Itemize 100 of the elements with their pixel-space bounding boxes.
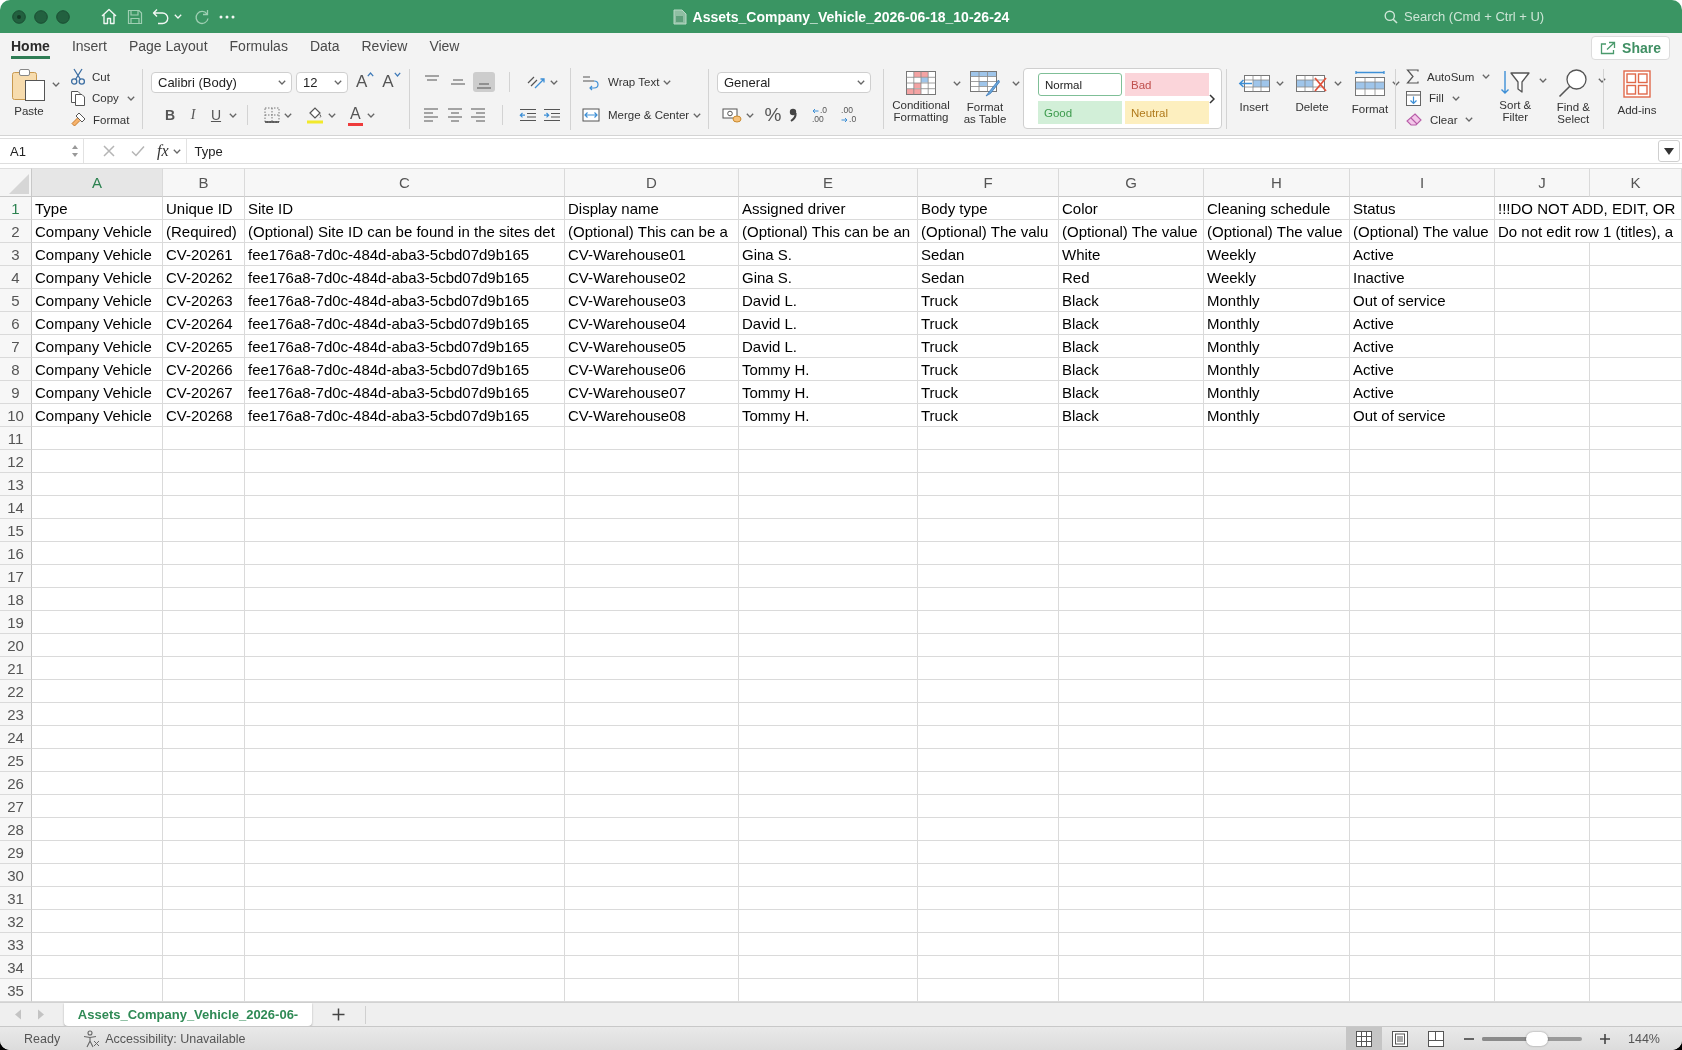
row-header[interactable]: 13 (0, 473, 32, 496)
row-header[interactable]: 35 (0, 979, 32, 1002)
undo-icon[interactable] (152, 8, 170, 25)
column-header[interactable]: C (245, 168, 565, 197)
decrease-indent-icon[interactable] (519, 108, 537, 122)
paste-button[interactable]: Paste (11, 68, 47, 135)
column-header[interactable]: G (1059, 168, 1204, 197)
find-select-button[interactable]: Find & Select (1551, 68, 1596, 125)
expand-formula-bar-button[interactable] (1658, 140, 1680, 162)
column-header[interactable]: E (739, 168, 918, 197)
wrap-text-button[interactable]: Wrap Text (582, 73, 660, 91)
autosum-button[interactable]: AutoSum (1406, 69, 1475, 85)
clear-button[interactable]: Clear (1406, 112, 1458, 127)
row-header[interactable]: 18 (0, 588, 32, 611)
caret-icon[interactable] (1451, 95, 1460, 101)
caret-icon[interactable] (663, 79, 672, 85)
percent-style-button[interactable]: % (764, 104, 782, 126)
underline-button[interactable]: U (207, 105, 225, 125)
more-icon[interactable] (219, 14, 235, 19)
row-header[interactable]: 17 (0, 565, 32, 588)
fill-color-icon[interactable] (306, 106, 324, 124)
search-field[interactable]: Search (Cmd + Ctrl + U) (1404, 9, 1562, 24)
increase-font-size-button[interactable]: A (356, 72, 375, 92)
insert-cells-button[interactable]: Insert (1235, 71, 1273, 113)
row-header[interactable]: 34 (0, 956, 32, 979)
zoom-in-icon[interactable] (1600, 1033, 1610, 1044)
row-header[interactable]: 12 (0, 450, 32, 473)
row-header[interactable]: 24 (0, 726, 32, 749)
sort-filter-button[interactable]: Sort & Filter (1494, 68, 1537, 123)
share-button[interactable]: Share (1591, 36, 1670, 60)
zoom-out-icon[interactable] (1464, 1037, 1474, 1040)
text-angle-icon[interactable] (526, 74, 546, 90)
row-header[interactable]: 14 (0, 496, 32, 519)
row-header[interactable]: 11 (0, 427, 32, 450)
row-header[interactable]: 21 (0, 657, 32, 680)
ribbon-tab[interactable]: Page Layout (128, 38, 208, 59)
ribbon-tab[interactable]: Review (361, 38, 408, 59)
caret-icon[interactable] (52, 82, 60, 87)
font-family-dropdown[interactable]: Calibri (Body) (151, 71, 292, 93)
home-icon[interactable] (100, 8, 118, 25)
caret-icon[interactable] (746, 112, 754, 118)
column-header[interactable]: F (918, 168, 1059, 197)
add-ins-button[interactable]: Add-ins (1612, 70, 1662, 135)
add-sheet-icon[interactable] (332, 1008, 345, 1021)
name-box[interactable]: A1 (0, 139, 84, 163)
accessibility-status[interactable]: Accessibility: Unavailable (105, 1031, 246, 1046)
stepper-icon[interactable] (71, 143, 79, 159)
column-header[interactable]: K (1590, 168, 1682, 197)
delete-cells-button[interactable]: Delete (1293, 71, 1331, 113)
check-icon[interactable] (131, 145, 145, 157)
row-header[interactable]: 5 (0, 289, 32, 312)
caret-icon[interactable] (328, 112, 336, 118)
row-header[interactable]: 31 (0, 887, 32, 910)
fill-button[interactable]: Fill (1406, 90, 1444, 106)
insert-function-button[interactable]: fx (157, 142, 169, 160)
row-header[interactable]: 16 (0, 542, 32, 565)
format-painter-button[interactable]: Format (70, 111, 130, 129)
caret-icon[interactable] (1012, 81, 1020, 86)
banknote-icon[interactable] (722, 107, 742, 123)
column-header[interactable]: D (565, 168, 739, 197)
ribbon-tab[interactable]: Data (309, 38, 340, 59)
caret-icon[interactable] (1334, 81, 1342, 86)
italic-button[interactable]: I (184, 105, 202, 125)
caret-icon[interactable] (284, 112, 292, 118)
normal-view-button[interactable] (1346, 1027, 1382, 1050)
comma-style-icon[interactable] (788, 107, 798, 123)
column-header[interactable]: B (163, 168, 245, 197)
zoom-level[interactable]: 144% (1628, 1031, 1660, 1046)
ribbon-tab[interactable]: Insert (71, 38, 107, 59)
caret-icon[interactable] (550, 79, 558, 85)
row-header[interactable]: 10 (0, 404, 32, 427)
row-header[interactable]: 8 (0, 358, 32, 381)
sheet-tab[interactable]: Assets_Company_Vehicle_2026-06- (64, 1003, 312, 1026)
ribbon-tab[interactable]: Formulas (229, 38, 288, 59)
font-color-button[interactable]: A (348, 104, 363, 126)
ribbon-tab[interactable]: View (429, 38, 460, 59)
format-as-table-button[interactable]: Format as Table (961, 71, 1009, 125)
close-window-icon[interactable] (12, 9, 26, 24)
ribbon-tab[interactable]: Home (11, 38, 50, 59)
row-header[interactable]: 28 (0, 818, 32, 841)
borders-icon[interactable] (264, 107, 280, 123)
bold-button[interactable]: B (161, 105, 179, 125)
row-header[interactable]: 4 (0, 266, 32, 289)
merge-center-button[interactable]: Merge & Center (582, 108, 690, 122)
increase-indent-icon[interactable] (543, 108, 561, 122)
caret-icon[interactable] (857, 79, 865, 85)
caret-icon[interactable] (953, 81, 961, 86)
row-header[interactable]: 22 (0, 680, 32, 703)
format-cells-button[interactable]: Format (1351, 71, 1389, 115)
decrease-font-size-button[interactable]: A (382, 72, 401, 92)
accessibility-icon[interactable] (82, 1029, 101, 1048)
cut-button[interactable]: Cut (70, 68, 110, 86)
row-header[interactable]: 20 (0, 634, 32, 657)
column-header[interactable]: A (32, 168, 163, 197)
row-header[interactable]: 33 (0, 933, 32, 956)
row-header[interactable]: 23 (0, 703, 32, 726)
caret-icon[interactable] (1276, 81, 1284, 86)
conditional-formatting-button[interactable]: Conditional Formatting (892, 71, 950, 123)
caret-icon[interactable] (1465, 117, 1474, 123)
row-header[interactable]: 26 (0, 772, 32, 795)
